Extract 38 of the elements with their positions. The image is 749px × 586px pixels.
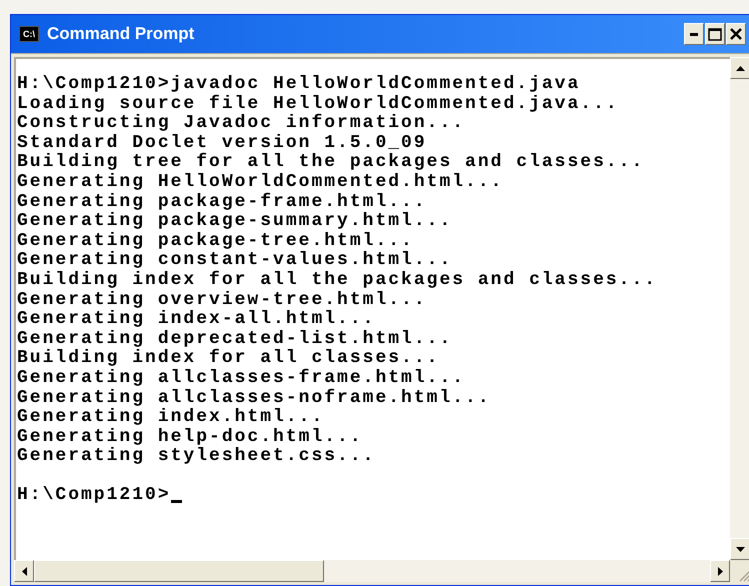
maximize-icon xyxy=(708,28,722,40)
scroll-left-button[interactable] xyxy=(14,560,34,582)
console-line: Generating index-all.html... xyxy=(17,310,376,330)
console-line: Standard Doclet version 1.5.0_09 xyxy=(17,134,427,153)
console-line: Generating package-tree.html... xyxy=(17,232,414,251)
console-line: H:\Comp1210>javadoc HelloWorldCommented.java xyxy=(17,75,580,94)
scroll-up-button[interactable] xyxy=(730,57,749,79)
console-line: Building index for all the packages and classes... xyxy=(17,270,658,291)
resize-grip-icon[interactable] xyxy=(737,568,749,582)
console-line: Generating package-summary.html... xyxy=(17,212,452,232)
console-line: Generating index.html... xyxy=(17,408,324,428)
console-line: Building index for all classes... xyxy=(17,349,440,368)
minimize-button[interactable] xyxy=(684,23,704,45)
console-line: Generating stylesheet.css... xyxy=(17,447,376,467)
console-line: Generating help-doc.html... xyxy=(17,428,363,447)
console-line: Generating allclasses-frame.html... xyxy=(17,368,466,388)
console-line: Generating constant-values.html... xyxy=(17,251,452,270)
console-line: H:\Comp1210> xyxy=(17,486,171,506)
left-arrow-icon xyxy=(22,566,26,576)
minimize-icon xyxy=(690,32,698,36)
console-line: Constructing Javadoc information... xyxy=(17,114,466,134)
right-arrow-icon xyxy=(718,566,722,576)
console-line: Generating deprecated-list.html... xyxy=(17,330,452,349)
scroll-right-button[interactable] xyxy=(710,560,730,582)
scroll-down-button[interactable] xyxy=(730,538,749,560)
maximize-button[interactable] xyxy=(705,23,725,45)
window-title: Command Prompt xyxy=(47,23,194,46)
console-icon: C:\ xyxy=(19,26,39,42)
console-line: Building tree for all the packages and classes... xyxy=(17,153,644,173)
close-button[interactable] xyxy=(726,23,746,45)
up-arrow-icon xyxy=(736,66,744,70)
down-arrow-icon xyxy=(736,546,744,552)
console-line: Generating package-frame.html... xyxy=(17,192,427,212)
console-line: Generating HelloWorldCommented.html... xyxy=(17,172,504,192)
console-line: Loading source file HelloWorldCommented.java... xyxy=(17,94,619,114)
console-line: Generating allclasses-noframe.html... xyxy=(17,388,491,408)
close-icon xyxy=(730,28,742,40)
console-line: Generating overview-tree.html... xyxy=(17,290,427,310)
